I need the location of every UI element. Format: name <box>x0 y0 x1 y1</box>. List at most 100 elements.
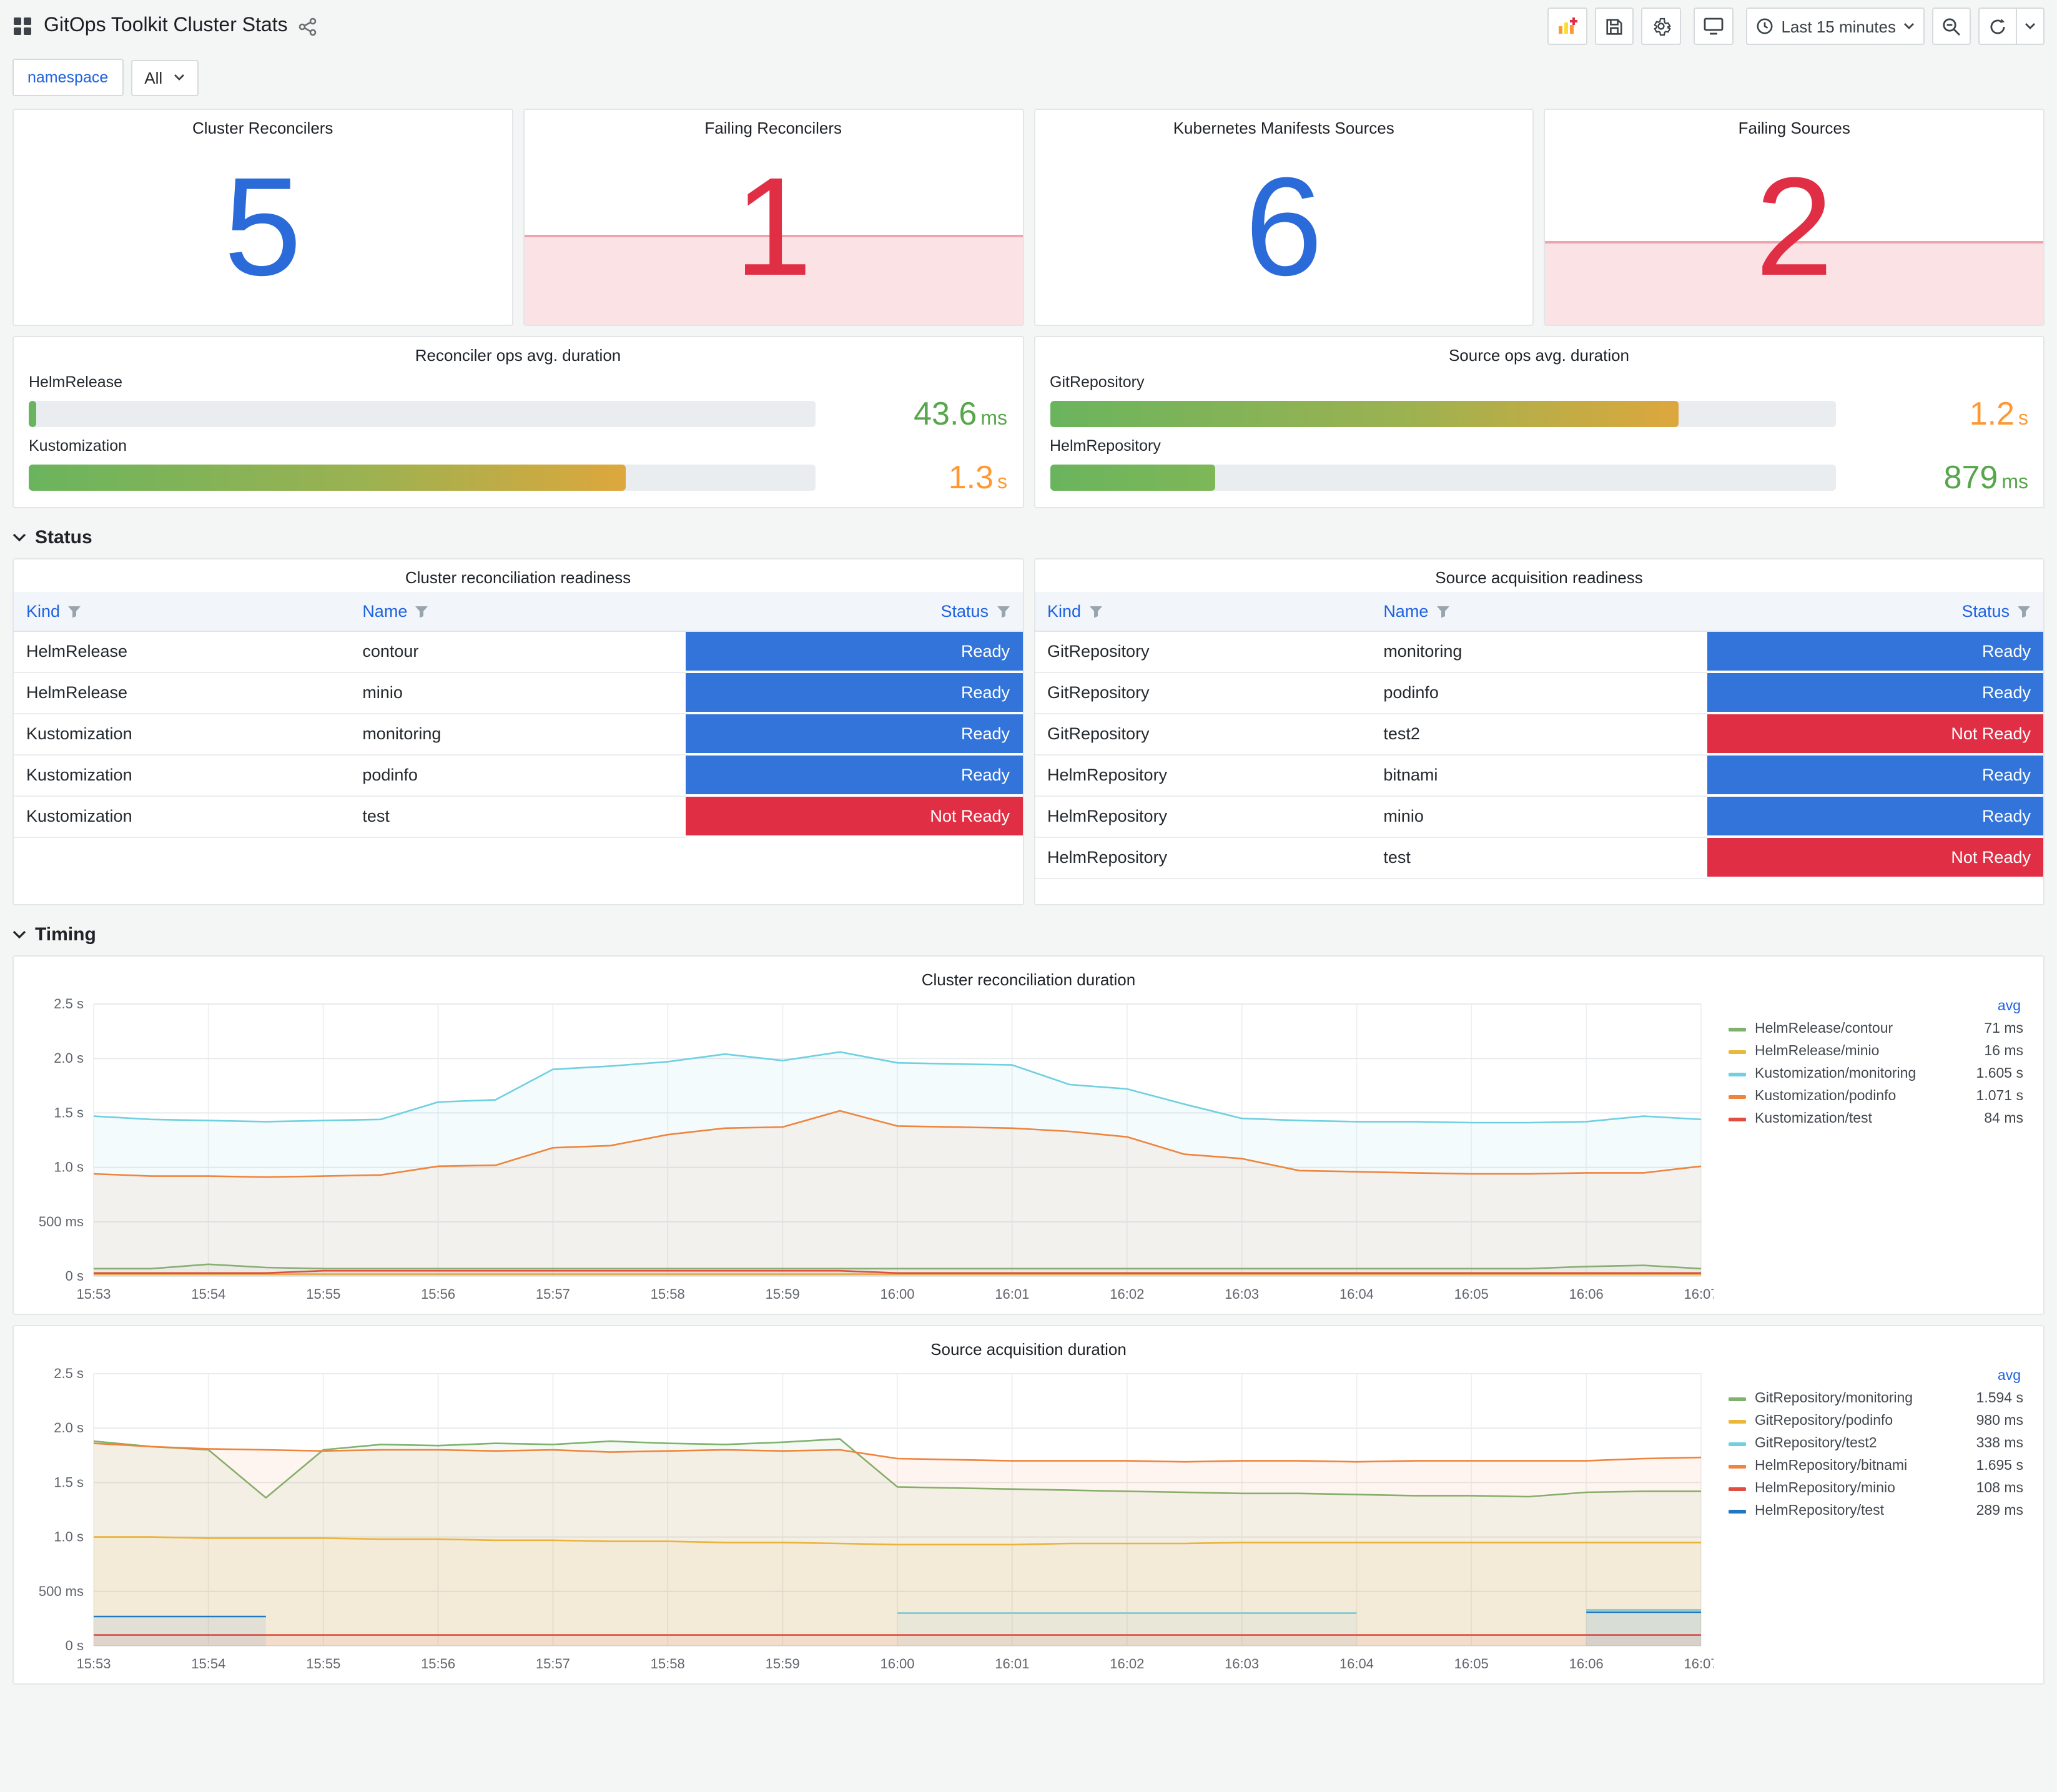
save-dashboard-button[interactable] <box>1595 7 1634 45</box>
table-panel-reconciliation: Cluster reconciliation readiness Kind Na… <box>12 558 1024 905</box>
filter-icon <box>68 606 81 618</box>
column-header-kind[interactable]: Kind <box>1035 592 1371 632</box>
table-row: HelmRelease contour Ready <box>14 631 1022 673</box>
svg-text:1.0 s: 1.0 s <box>54 1529 84 1545</box>
legend-item[interactable]: HelmRepository/minio 108 ms <box>1729 1477 2023 1500</box>
legend-avg-header[interactable]: avg <box>1729 997 2023 1018</box>
status-badge: Ready <box>1707 756 2043 794</box>
time-range-picker[interactable]: Last 15 minutes <box>1746 7 1925 45</box>
status-badge: Ready <box>1707 797 2043 835</box>
svg-text:2.0 s: 2.0 s <box>54 1420 84 1435</box>
variable-namespace-label[interactable]: namespace <box>12 59 124 96</box>
gauge-label: GitRepository <box>1050 373 1145 391</box>
svg-text:15:59: 15:59 <box>766 1286 800 1302</box>
gauge-row: HelmRepository 879 ms <box>1050 437 2028 497</box>
gauge-label: HelmRelease <box>29 373 123 391</box>
series-avg-value: 71 ms <box>1984 1022 2023 1036</box>
series-color-mark <box>1729 1072 1746 1076</box>
legend-item[interactable]: HelmRelease/minio 16 ms <box>1729 1040 2023 1063</box>
series-color-mark <box>1729 1050 1746 1053</box>
series-avg-value: 16 ms <box>1984 1044 2023 1059</box>
svg-text:15:53: 15:53 <box>76 1656 111 1671</box>
panel-title[interactable]: Cluster reconciliation readiness <box>14 559 1022 592</box>
dashboard-icon <box>12 16 32 36</box>
svg-text:15:58: 15:58 <box>651 1656 685 1671</box>
panel-title[interactable]: Reconciler ops avg. duration <box>29 337 1007 370</box>
panel-title[interactable]: Source ops avg. duration <box>1050 337 2028 370</box>
legend-item[interactable]: Kustomization/test 84 ms <box>1729 1108 2023 1130</box>
refresh-interval-caret[interactable] <box>2017 7 2045 45</box>
svg-text:1.5 s: 1.5 s <box>54 1474 84 1490</box>
refresh-button[interactable] <box>1978 7 2017 45</box>
series-name: Kustomization/monitoring <box>1755 1066 1916 1081</box>
cycle-view-button[interactable] <box>1694 7 1734 45</box>
section-timing[interactable]: Timing <box>12 924 2045 945</box>
share-icon[interactable] <box>299 17 318 36</box>
legend-item[interactable]: HelmRepository/test 289 ms <box>1729 1500 2023 1522</box>
column-header-kind[interactable]: Kind <box>14 592 350 632</box>
column-header-status[interactable]: Status <box>686 592 1022 632</box>
legend-item[interactable]: Kustomization/monitoring 1.605 s <box>1729 1063 2023 1085</box>
column-header-name[interactable]: Name <box>1371 592 1707 632</box>
column-header-name[interactable]: Name <box>350 592 686 632</box>
svg-text:0 s: 0 s <box>66 1638 84 1653</box>
series-name: GitRepository/monitoring <box>1755 1391 1913 1406</box>
status-badge: Ready <box>686 673 1022 712</box>
legend-item[interactable]: HelmRepository/bitnami 1.695 s <box>1729 1455 2023 1477</box>
svg-text:1.5 s: 1.5 s <box>54 1105 84 1120</box>
svg-text:15:57: 15:57 <box>536 1656 570 1671</box>
svg-text:15:55: 15:55 <box>306 1656 340 1671</box>
series-name: HelmRelease/contour <box>1755 1022 1893 1036</box>
series-color-mark <box>1729 1117 1746 1121</box>
dashboard-settings-button[interactable] <box>1641 7 1682 45</box>
zoom-out-button[interactable] <box>1932 7 1971 45</box>
svg-text:16:07: 16:07 <box>1684 1286 1714 1302</box>
status-badge: Ready <box>686 632 1022 671</box>
variable-namespace-value: All <box>144 68 163 87</box>
panel-title[interactable]: Cluster reconciliation duration <box>24 962 2033 994</box>
svg-text:15:57: 15:57 <box>536 1286 570 1302</box>
filter-icon <box>415 606 428 618</box>
section-status[interactable]: Status <box>12 527 2045 548</box>
legend-item[interactable]: GitRepository/monitoring 1.594 s <box>1729 1387 2023 1410</box>
grafana-dashboard: GitOps Toolkit Cluster Stats Last 15 min… <box>0 0 2057 1792</box>
series-avg-value: 289 ms <box>1976 1504 2023 1519</box>
status-badge: Ready <box>1707 632 2043 671</box>
svg-text:16:06: 16:06 <box>1569 1286 1604 1302</box>
stat-value: 6 <box>1245 149 1323 305</box>
legend-avg-header[interactable]: avg <box>1729 1366 2023 1387</box>
column-header-status[interactable]: Status <box>1707 592 2043 632</box>
cell-kind: GitRepository <box>1035 631 1371 672</box>
filter-icon <box>2018 606 2030 618</box>
svg-text:16:02: 16:02 <box>1110 1656 1144 1671</box>
cell-name: minio <box>350 672 686 714</box>
chart-panel-acquisition: Source acquisition duration 15:53 15:54 15… <box>12 1325 2045 1685</box>
panel-title[interactable]: Source acquisition readiness <box>1035 559 2043 592</box>
legend-item[interactable]: GitRepository/podinfo 980 ms <box>1729 1410 2023 1432</box>
svg-text:16:03: 16:03 <box>1225 1286 1259 1302</box>
legend-item[interactable]: Kustomization/podinfo 1.071 s <box>1729 1085 2023 1108</box>
gauge-track <box>1050 465 1836 491</box>
series-color-mark <box>1729 1419 1746 1423</box>
stats-row: Cluster Reconcilers 5 Failing Reconciler… <box>12 109 2045 326</box>
gauge-track <box>29 401 815 427</box>
gauge-label: HelmRepository <box>1050 437 1161 455</box>
variable-namespace-select[interactable]: All <box>131 59 199 96</box>
chart-plot[interactable]: 15:53 15:54 15:55 15:56 15:57 15:58 15:59 16:00… <box>24 994 1714 1309</box>
table-header-row: Kind Name Status <box>14 592 1022 632</box>
legend-item[interactable]: HelmRelease/contour 71 ms <box>1729 1018 2023 1040</box>
time-range-label: Last 15 minutes <box>1781 17 1896 36</box>
cell-name: test2 <box>1371 713 1707 755</box>
panel-title[interactable]: Source acquisition duration <box>24 1331 2033 1364</box>
cell-name: test <box>350 795 686 837</box>
page-title: GitOps Toolkit Cluster Stats <box>44 15 288 36</box>
chart-plot[interactable]: 15:53 15:54 15:55 15:56 15:57 15:58 15:59 16:00… <box>24 1364 1714 1678</box>
add-panel-button[interactable] <box>1547 7 1588 45</box>
gauge-panel-reconciler: Reconciler ops avg. duration HelmRelease… <box>12 336 1024 508</box>
legend-item[interactable]: GitRepository/test2 338 ms <box>1729 1432 2023 1455</box>
series-name: HelmRelease/minio <box>1755 1044 1880 1059</box>
svg-text:15:53: 15:53 <box>76 1286 111 1302</box>
status-badge: Ready <box>686 714 1022 753</box>
gauge-row: GitRepository 1.2 s <box>1050 373 2028 433</box>
svg-text:15:56: 15:56 <box>421 1656 455 1671</box>
